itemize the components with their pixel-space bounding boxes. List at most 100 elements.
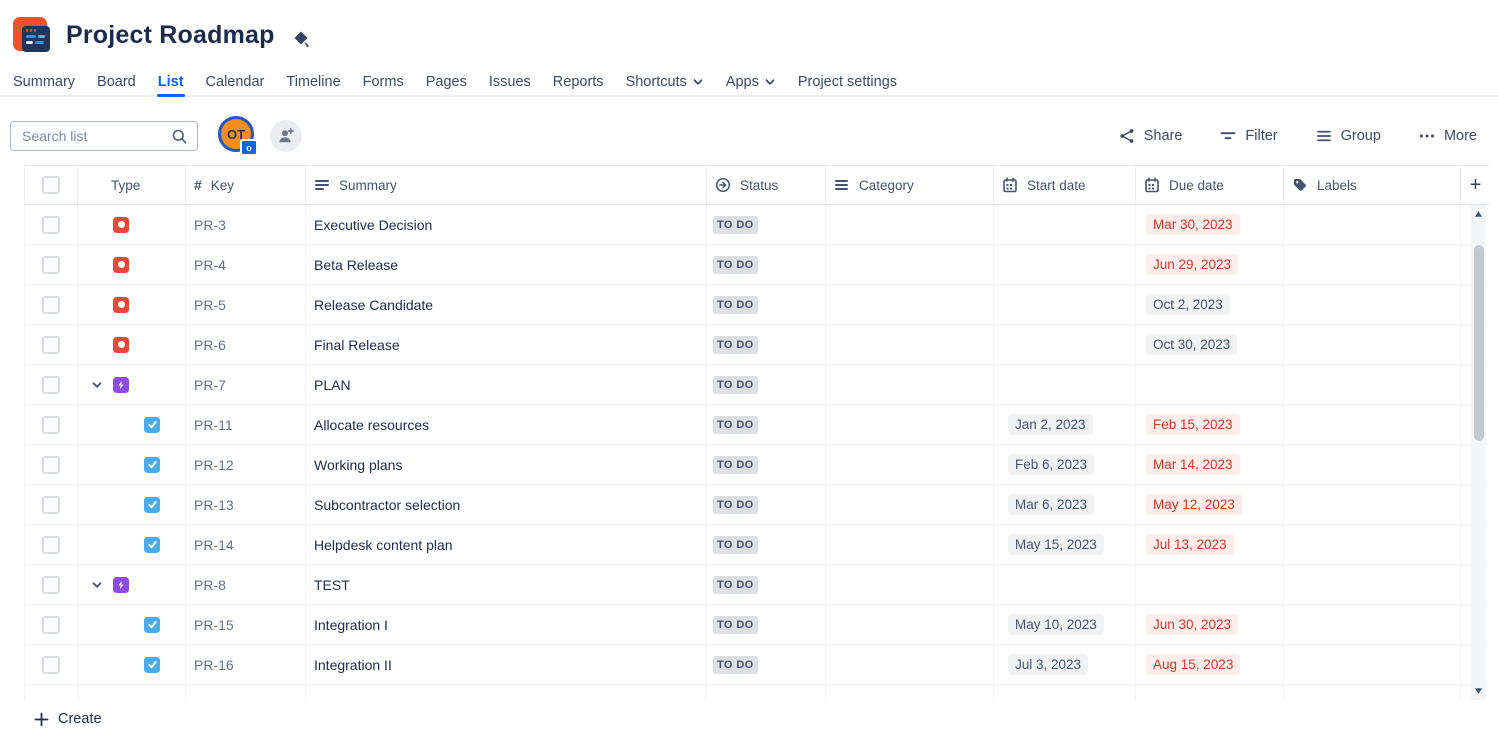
status-badge[interactable]: TO DO bbox=[713, 256, 758, 274]
scroll-down-icon[interactable] bbox=[1474, 687, 1483, 695]
status-badge[interactable]: TO DO bbox=[713, 656, 758, 674]
table-row-pr-15[interactable]: PR-15Integration ITO DOMay 10, 2023Jun 3… bbox=[25, 605, 1489, 645]
table-row-pr-11[interactable]: PR-11 Allocate resources TO DO Jan 2, 2023 F… bbox=[25, 405, 1489, 445]
start-date-pill[interactable]: Jul 3, 2023 bbox=[1008, 654, 1088, 675]
task-type-icon[interactable] bbox=[144, 537, 160, 553]
task-type-icon[interactable] bbox=[144, 657, 160, 673]
vertical-scrollbar[interactable] bbox=[1471, 205, 1486, 700]
bug-type-icon[interactable] bbox=[113, 337, 129, 353]
column-header-start-date[interactable]: Start date bbox=[994, 166, 1136, 204]
status-badge[interactable]: TO DO bbox=[713, 536, 758, 554]
due-date-pill[interactable]: Oct 30, 2023 bbox=[1146, 334, 1237, 355]
share-button[interactable]: Share bbox=[1118, 127, 1183, 145]
epic-type-icon[interactable] bbox=[113, 377, 129, 393]
epic-type-icon[interactable] bbox=[113, 577, 129, 593]
status-badge[interactable]: TO DO bbox=[713, 336, 758, 354]
due-date-pill[interactable]: Aug 15, 2023 bbox=[1146, 654, 1240, 675]
table-row-pr-14[interactable]: PR-14 Helpdesk content plan TO DO May 15, 2… bbox=[25, 525, 1489, 565]
start-date-pill[interactable]: Feb 6, 2023 bbox=[1008, 454, 1094, 475]
start-date-pill[interactable]: Mar 6, 2023 bbox=[1008, 494, 1094, 515]
issue-summary[interactable]: TEST bbox=[314, 577, 350, 593]
status-badge[interactable]: TO DO bbox=[713, 456, 758, 474]
scroll-up-icon[interactable] bbox=[1474, 210, 1483, 218]
bug-type-icon[interactable] bbox=[113, 257, 129, 273]
table-row-pr-16[interactable]: PR-16Integration IITO DOJul 3, 2023Aug 1… bbox=[25, 645, 1489, 685]
issue-key[interactable]: PR-15 bbox=[194, 617, 234, 633]
row-checkbox[interactable] bbox=[42, 416, 60, 434]
status-badge[interactable]: TO DO bbox=[713, 576, 758, 594]
issue-key[interactable]: PR-13 bbox=[194, 497, 234, 513]
tab-timeline[interactable]: Timeline bbox=[275, 67, 351, 95]
status-badge[interactable]: TO DO bbox=[713, 416, 758, 434]
row-checkbox[interactable] bbox=[42, 336, 60, 354]
tab-forms[interactable]: Forms bbox=[352, 67, 415, 95]
status-badge[interactable]: TO DO bbox=[713, 616, 758, 634]
start-date-pill[interactable]: Jan 2, 2023 bbox=[1008, 414, 1093, 435]
issue-key[interactable]: PR-8 bbox=[194, 577, 226, 593]
start-date-pill[interactable]: May 15, 2023 bbox=[1008, 534, 1104, 555]
tab-pages[interactable]: Pages bbox=[415, 67, 478, 95]
row-checkbox[interactable] bbox=[42, 296, 60, 314]
table-row-pr-3[interactable]: PR-3 Executive Decision TO DO Mar 30, 2023 bbox=[25, 205, 1489, 245]
row-checkbox[interactable] bbox=[42, 216, 60, 234]
due-date-pill[interactable]: Jul 13, 2023 bbox=[1146, 534, 1234, 555]
table-row-pr-4[interactable]: PR-4Beta ReleaseTO DOJun 29, 2023 bbox=[25, 245, 1489, 285]
bug-type-icon[interactable] bbox=[113, 217, 129, 233]
issue-summary[interactable]: Working plans bbox=[314, 457, 402, 473]
issue-key[interactable]: PR-14 bbox=[194, 537, 234, 553]
more-button[interactable]: More bbox=[1418, 127, 1477, 145]
status-badge[interactable]: TO DO bbox=[713, 496, 758, 514]
issue-summary[interactable]: Release Candidate bbox=[314, 297, 433, 313]
issue-key[interactable]: PR-4 bbox=[194, 257, 226, 273]
tab-reports[interactable]: Reports bbox=[542, 67, 615, 95]
issue-summary[interactable]: Final Release bbox=[314, 337, 400, 353]
create-button[interactable]: Create bbox=[34, 711, 102, 727]
issue-key[interactable]: PR-11 bbox=[194, 417, 233, 433]
due-date-pill[interactable]: Jun 29, 2023 bbox=[1146, 254, 1238, 275]
row-checkbox[interactable] bbox=[42, 536, 60, 554]
issue-key[interactable]: PR-3 bbox=[194, 217, 226, 233]
issue-summary[interactable]: Executive Decision bbox=[314, 217, 432, 233]
table-row-pr-12[interactable]: PR-12 Working plans TO DO Feb 6, 2023 Mar 14… bbox=[25, 445, 1489, 485]
table-row-partial[interactable] bbox=[25, 685, 1489, 700]
column-header-type[interactable]: Type bbox=[78, 166, 186, 204]
row-checkbox[interactable] bbox=[42, 256, 60, 274]
filter-button[interactable]: Filter bbox=[1219, 127, 1277, 145]
tab-shortcuts[interactable]: Shortcuts bbox=[615, 67, 715, 95]
column-header-labels[interactable]: Labels bbox=[1284, 166, 1461, 204]
row-checkbox[interactable] bbox=[42, 616, 60, 634]
row-checkbox[interactable] bbox=[42, 496, 60, 514]
due-date-pill[interactable]: Feb 15, 2023 bbox=[1146, 414, 1240, 435]
column-header-category[interactable]: Category bbox=[826, 166, 994, 204]
column-header-summary[interactable]: Summary bbox=[306, 166, 707, 204]
due-date-pill[interactable]: May 12, 2023 bbox=[1146, 494, 1242, 515]
add-column-button[interactable]: + bbox=[1461, 166, 1490, 204]
expand-chevron-icon[interactable] bbox=[91, 379, 103, 391]
due-date-pill[interactable]: Oct 2, 2023 bbox=[1146, 294, 1230, 315]
task-type-icon[interactable] bbox=[144, 497, 160, 513]
issue-summary[interactable]: Allocate resources bbox=[314, 417, 429, 433]
group-button[interactable]: Group bbox=[1315, 127, 1381, 145]
issue-key[interactable]: PR-16 bbox=[194, 657, 234, 673]
tab-board[interactable]: Board bbox=[86, 67, 147, 95]
task-type-icon[interactable] bbox=[144, 417, 160, 433]
bug-type-icon[interactable] bbox=[113, 297, 129, 313]
tab-list[interactable]: List bbox=[147, 67, 195, 95]
issue-key[interactable]: PR-12 bbox=[194, 457, 234, 473]
task-type-icon[interactable] bbox=[144, 457, 160, 473]
issue-summary[interactable]: Helpdesk content plan bbox=[314, 537, 453, 553]
row-checkbox[interactable] bbox=[42, 576, 60, 594]
status-badge[interactable]: TO DO bbox=[713, 216, 758, 234]
table-row-pr-13[interactable]: PR-13Subcontractor selectionTO DOMar 6, … bbox=[25, 485, 1489, 525]
due-date-pill[interactable]: Mar 30, 2023 bbox=[1146, 214, 1240, 235]
search-input[interactable] bbox=[20, 127, 165, 145]
due-date-pill[interactable]: Mar 14, 2023 bbox=[1146, 454, 1240, 475]
tab-issues[interactable]: Issues bbox=[478, 67, 542, 95]
due-date-pill[interactable]: Jun 30, 2023 bbox=[1146, 614, 1238, 635]
column-header-status[interactable]: Status bbox=[707, 166, 826, 204]
select-all-checkbox[interactable] bbox=[42, 176, 60, 194]
issue-summary[interactable]: Integration I bbox=[314, 617, 388, 633]
table-row-pr-8[interactable]: PR-8 TEST TO DO bbox=[25, 565, 1489, 605]
issue-key[interactable]: PR-7 bbox=[194, 377, 226, 393]
issue-key[interactable]: PR-5 bbox=[194, 297, 226, 313]
